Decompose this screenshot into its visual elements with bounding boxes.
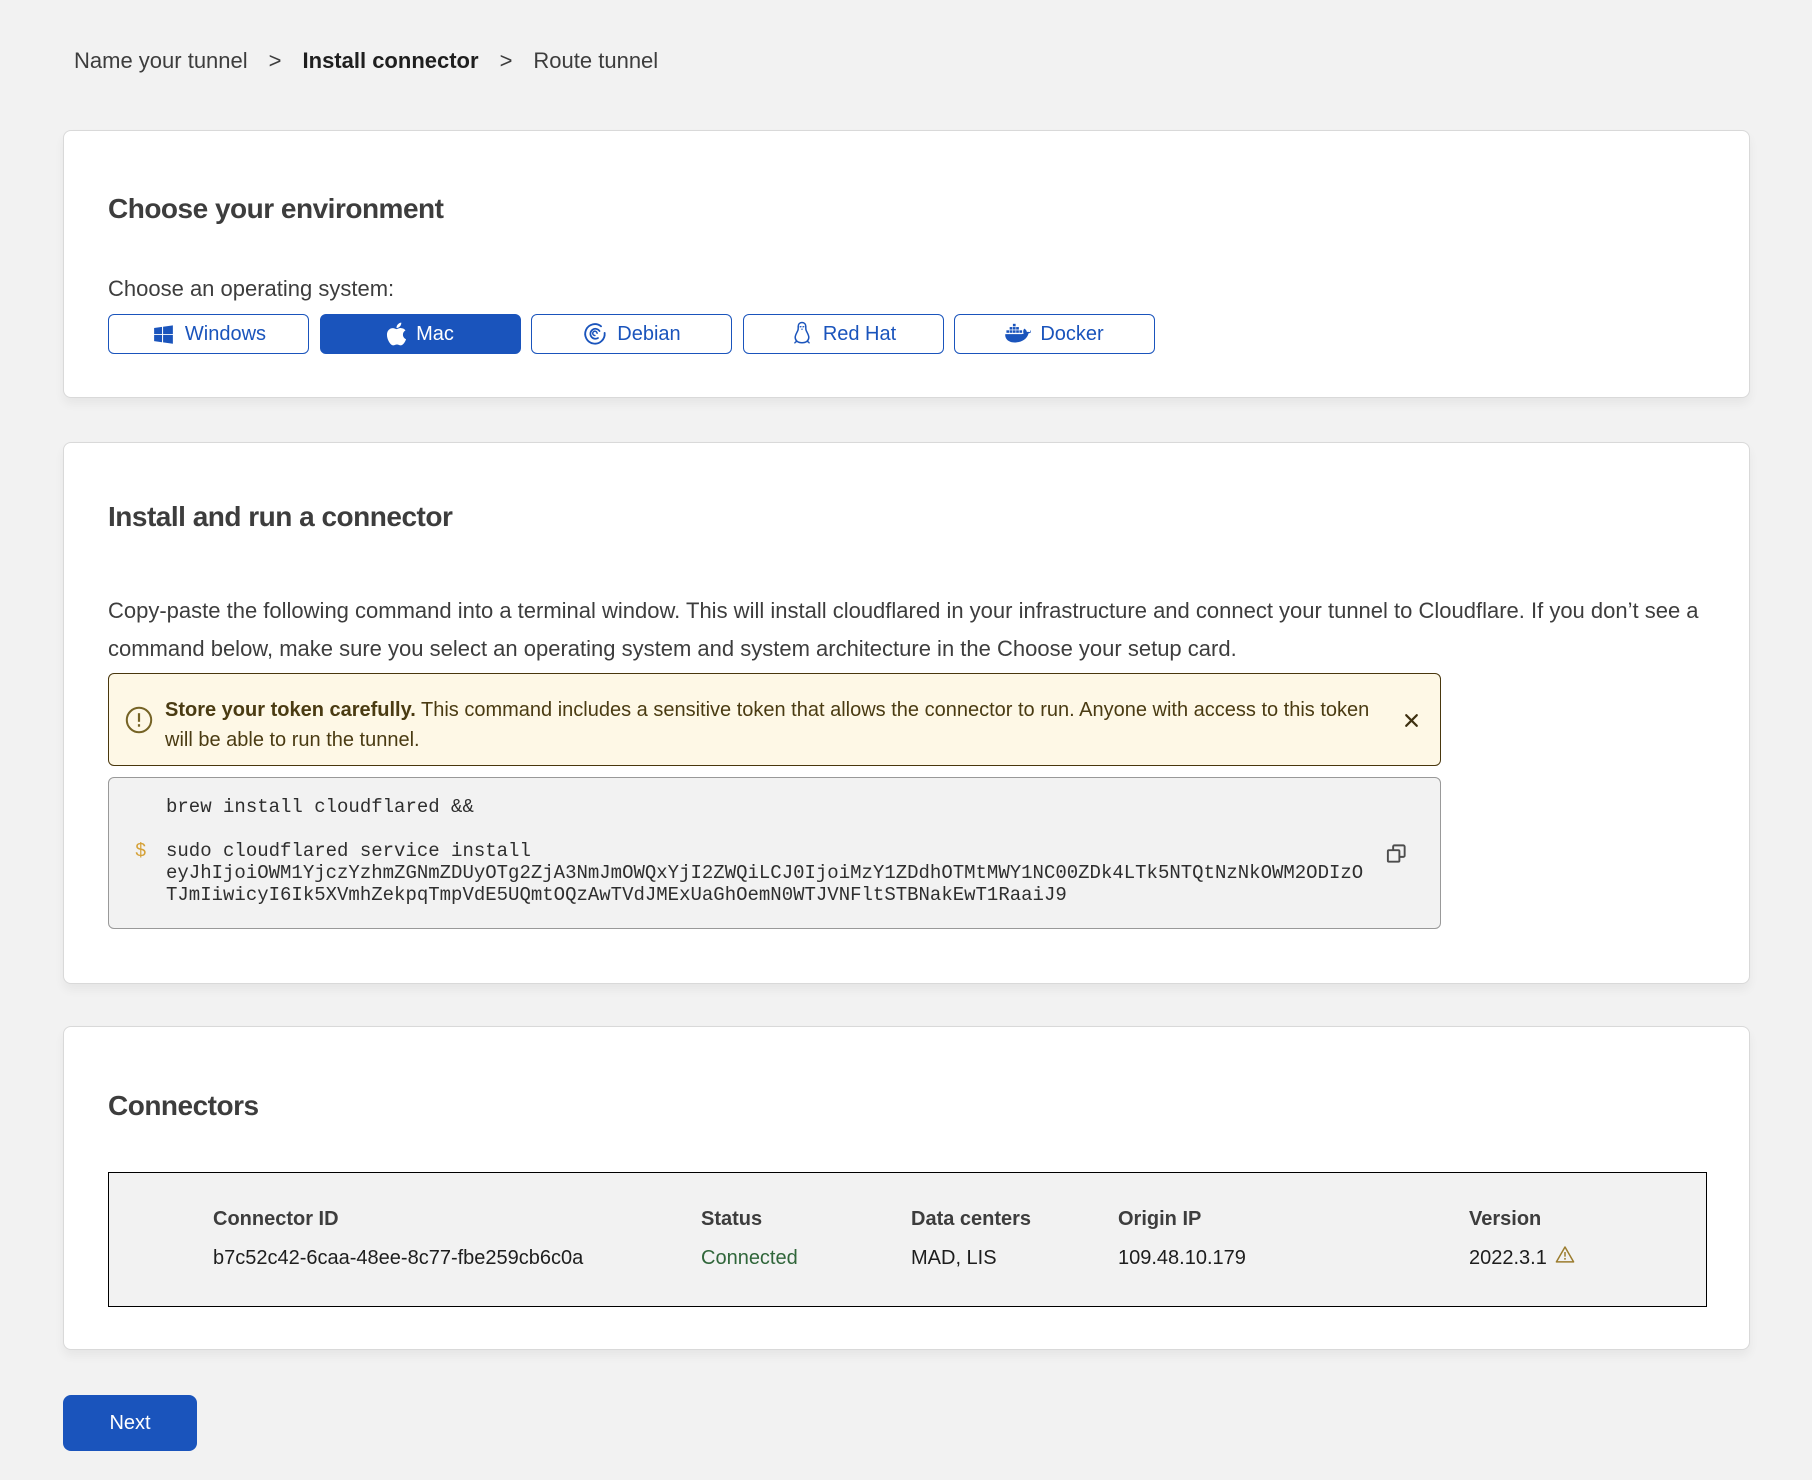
breadcrumb-name-your-tunnel[interactable]: Name your tunnel <box>74 46 248 76</box>
breadcrumb: Name your tunnel > Install connector > R… <box>74 46 658 76</box>
os-button-windows[interactable]: Windows <box>108 314 309 354</box>
col-header-origin-ip: Origin IP <box>1118 1206 1469 1232</box>
code-gutter <box>135 796 166 818</box>
apple-icon <box>386 321 407 347</box>
close-icon[interactable] <box>1403 712 1420 729</box>
connectors-table-header-row: Connector ID Status Data centers Origin … <box>213 1206 1706 1232</box>
connectors-table-row: b7c52c42-6caa-48ee-8c77-fbe259cb6c0a Con… <box>213 1245 1706 1271</box>
col-header-data-centers: Data centers <box>911 1206 1118 1232</box>
debian-swirl-icon <box>582 321 608 347</box>
data-centers-cell: MAD, LIS <box>911 1245 1118 1271</box>
code-line-brew: brew install cloudflared && <box>166 796 1440 818</box>
next-button[interactable]: Next <box>63 1395 197 1451</box>
os-button-label: Debian <box>617 323 680 346</box>
choose-environment-card: Choose your environment Choose an operat… <box>63 130 1750 398</box>
linux-penguin-icon <box>790 320 814 348</box>
os-button-label: Docker <box>1040 323 1103 346</box>
token-warning-banner: Store your token carefully. This command… <box>108 673 1441 766</box>
warning-triangle-icon <box>1555 1245 1575 1271</box>
os-button-label: Red Hat <box>823 323 896 346</box>
install-description-line1: Copy-paste the following command into a … <box>108 592 1699 630</box>
os-button-row: Windows Mac Debian Red Hat Docker <box>108 314 1166 354</box>
warning-text-line1: This command includes a sensitive token … <box>416 699 1369 721</box>
page: Name your tunnel > Install connector > R… <box>0 0 1812 1480</box>
os-button-debian[interactable]: Debian <box>531 314 732 354</box>
breadcrumb-install-connector[interactable]: Install connector <box>303 46 479 76</box>
col-header-version: Version <box>1469 1206 1706 1232</box>
os-select-label: Choose an operating system: <box>108 274 394 304</box>
install-description-line2: command below, make sure you select an o… <box>108 630 1699 668</box>
connectors-table: Connector ID Status Data centers Origin … <box>108 1172 1707 1307</box>
warning-text-line2: will be able to run the tunnel. <box>165 725 1369 755</box>
version-value: 2022.3.1 <box>1469 1245 1547 1271</box>
os-button-docker[interactable]: Docker <box>954 314 1155 354</box>
col-header-connector-id: Connector ID <box>213 1206 701 1232</box>
connectors-card: Connectors Connector ID Status Data cent… <box>63 1026 1750 1350</box>
install-description: Copy-paste the following command into a … <box>108 592 1699 668</box>
breadcrumb-separator: > <box>269 46 282 76</box>
connectors-card-title: Connectors <box>108 1088 259 1124</box>
install-connector-card: Install and run a connector Copy-paste t… <box>63 442 1750 984</box>
breadcrumb-route-tunnel[interactable]: Route tunnel <box>533 46 658 76</box>
col-header-status: Status <box>701 1206 911 1232</box>
code-line-sudo: sudo cloudflared service install <box>166 840 1440 862</box>
install-card-title: Install and run a connector <box>108 499 452 535</box>
os-button-label: Windows <box>185 323 266 346</box>
warning-circle-icon <box>125 706 153 739</box>
os-button-label: Mac <box>416 323 454 346</box>
warning-text: Store your token carefully. This command… <box>165 695 1369 755</box>
docker-whale-icon <box>1005 323 1031 345</box>
install-command-code-block: brew install cloudflared && $sudo cloudf… <box>108 777 1441 929</box>
environment-card-title: Choose your environment <box>108 191 443 227</box>
code-token-line2: TJmIiwicyI6Ik5XVmhZekpqTmpVdE5UQmtOQzAwT… <box>166 884 1440 906</box>
status-badge: Connected <box>701 1245 911 1271</box>
shell-prompt: $ <box>135 840 166 862</box>
warning-text-bold: Store your token carefully. <box>165 699 416 721</box>
windows-icon <box>151 322 176 347</box>
copy-icon[interactable] <box>1385 842 1408 865</box>
origin-ip-cell: 109.48.10.179 <box>1118 1245 1469 1271</box>
breadcrumb-separator: > <box>500 46 513 76</box>
version-cell: 2022.3.1 <box>1469 1245 1706 1271</box>
os-button-mac[interactable]: Mac <box>320 314 521 354</box>
os-button-redhat[interactable]: Red Hat <box>743 314 944 354</box>
code-token-line1: eyJhIjoiOWM1YjczYzhmZGNmZDUyOTg2ZjA3NmJm… <box>166 862 1440 884</box>
connector-id-cell: b7c52c42-6caa-48ee-8c77-fbe259cb6c0a <box>213 1245 701 1271</box>
